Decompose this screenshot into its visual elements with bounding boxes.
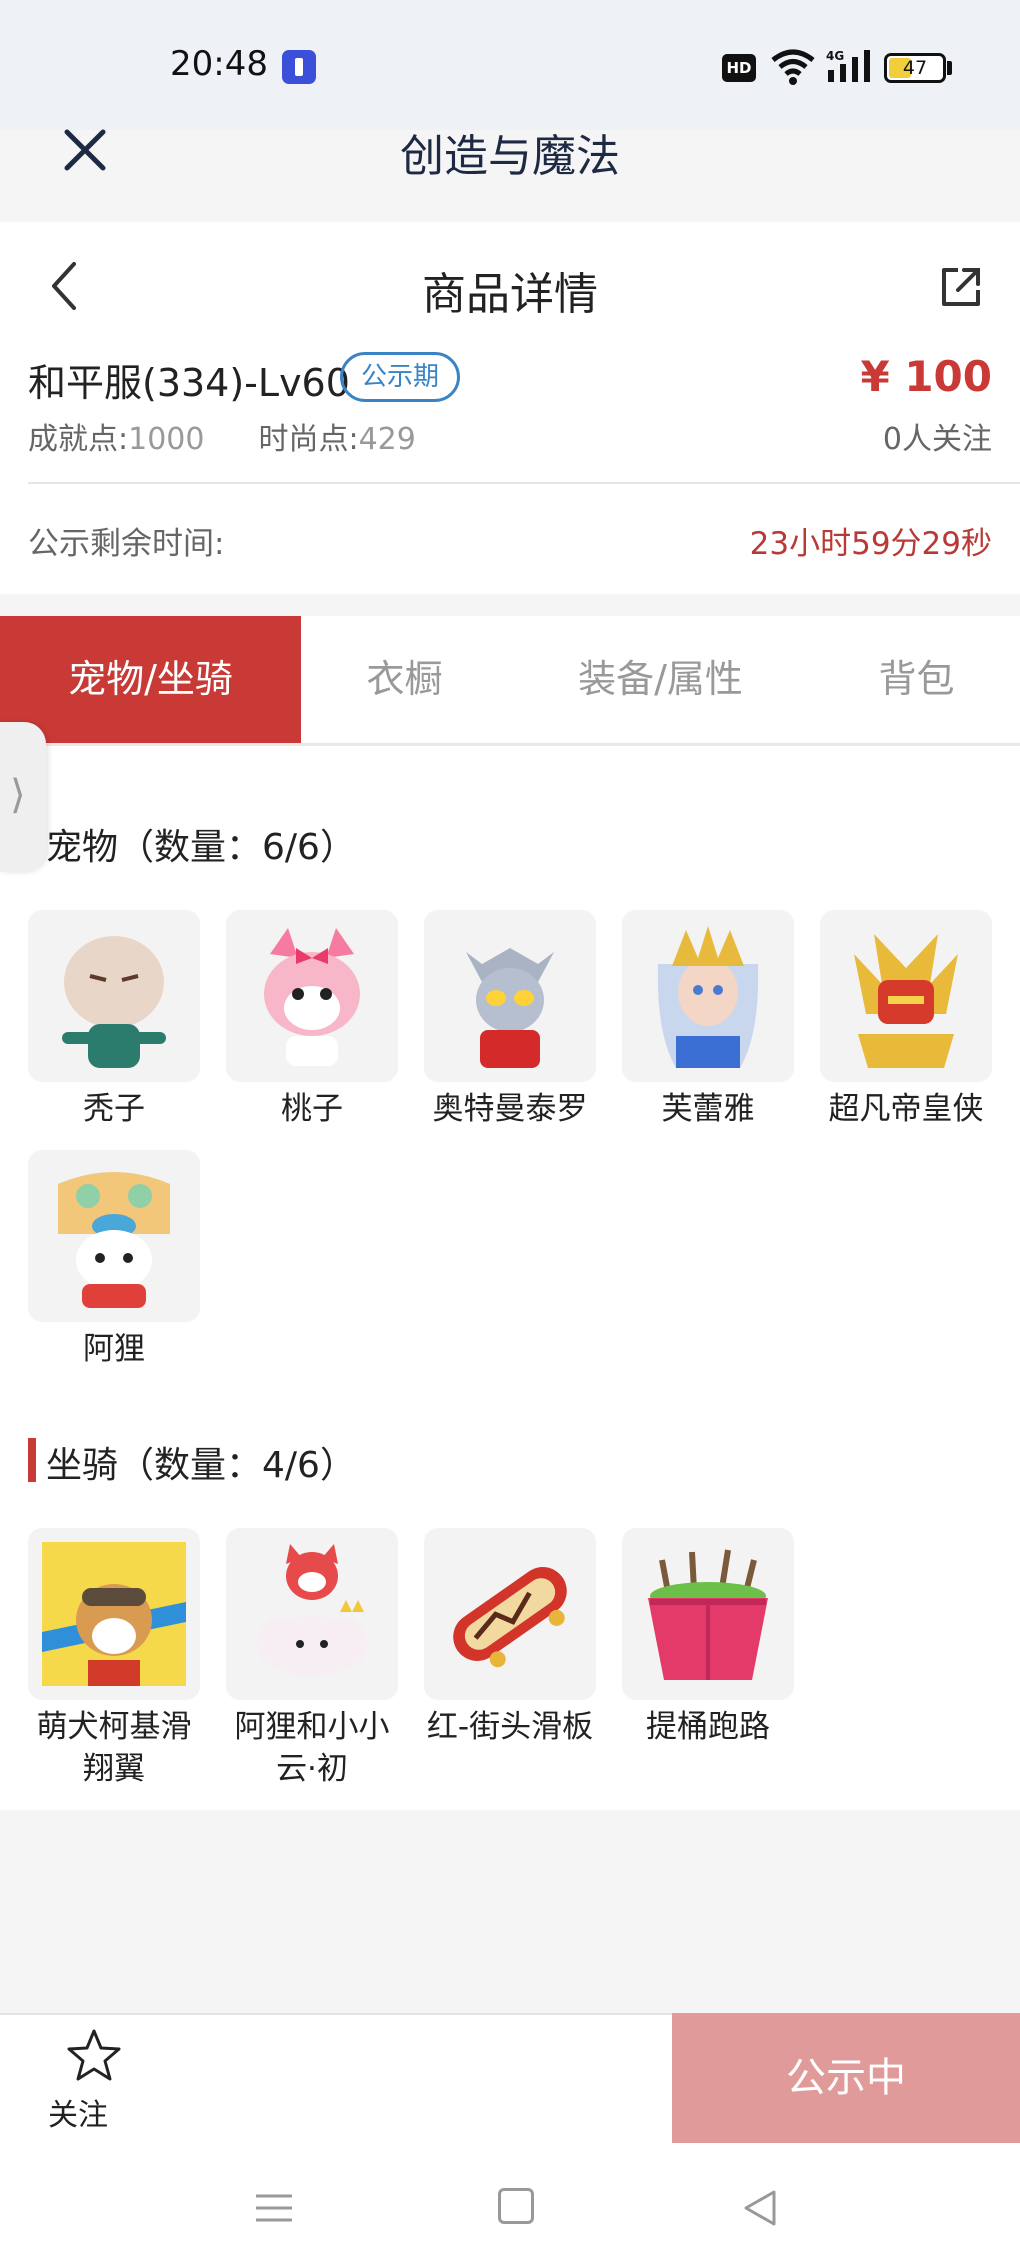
pets-section-title: 宠物（数量：6/6） <box>46 827 356 868</box>
mount-item[interactable]: 萌犬柯基滑翔翼 <box>28 1528 200 1790</box>
tab-equipment[interactable]: 装备/属性 <box>508 616 813 743</box>
follow-button[interactable]: 关注 <box>48 2090 108 2134</box>
side-drawer-handle[interactable]: ⟩ <box>0 722 46 872</box>
battery-icon: 47 <box>884 53 946 83</box>
product-name: 和平服(334)-Lv60 <box>28 361 350 405</box>
golden-armor-icon <box>854 934 958 1068</box>
countdown-label: 公示剩余时间: <box>28 526 225 562</box>
battery-cap <box>947 61 952 75</box>
skateboard-icon <box>453 1567 567 1668</box>
chevron-right-icon: ⟩ <box>10 772 26 818</box>
tab-backpack[interactable]: 背包 <box>813 616 1020 743</box>
mount-name: 提桶跑路 <box>646 1709 770 1745</box>
home-icon[interactable] <box>498 2188 534 2224</box>
tab-bar: 宠物/坐骑 衣橱 装备/属性 背包 <box>0 616 1020 746</box>
ultraman-icon <box>466 948 554 1068</box>
network-type: 4G <box>826 49 844 63</box>
achievement-label: 成就点: <box>28 422 129 457</box>
pet-name: 桃子 <box>281 1091 343 1127</box>
mount-item[interactable]: 红-街头滑板 <box>424 1528 596 1748</box>
section-accent-bar <box>28 1438 36 1482</box>
pink-cat-icon <box>264 928 360 1066</box>
nav-back-icon[interactable] <box>740 2188 780 2228</box>
fashion-label: 时尚点: <box>258 422 359 457</box>
battery-level: 47 <box>902 57 928 79</box>
signal-icon: 4G <box>826 49 870 82</box>
mount-name: 红-街头滑板 <box>426 1709 594 1745</box>
pet-item[interactable]: 秃子 <box>28 910 200 1130</box>
tab-pets-mounts[interactable]: 宠物/坐骑 <box>0 616 301 743</box>
bucket-icon <box>648 1549 768 1680</box>
mount-item[interactable]: 阿狸和小小云·初 <box>226 1528 398 1790</box>
price: ¥ 100 <box>860 352 992 401</box>
pet-name: 芙蕾雅 <box>661 1091 755 1127</box>
pet-name: 秃子 <box>83 1091 145 1127</box>
pet-item[interactable]: 桃子 <box>226 910 398 1130</box>
app-title: 创造与魔法 <box>400 131 620 182</box>
ali-fox-icon <box>58 1172 170 1308</box>
menu-icon[interactable] <box>254 2188 294 2228</box>
ali-cloud-icon <box>256 1544 368 1676</box>
product-stats: 成就点:1000 时尚点:429 <box>28 414 416 458</box>
publicity-status-button[interactable]: 公示中 <box>672 2013 1020 2143</box>
mounts-section-title: 坐骑（数量：4/6） <box>46 1445 356 1486</box>
pet-item[interactable]: 奥特曼泰罗 <box>424 910 596 1130</box>
share-icon[interactable] <box>936 262 986 312</box>
star-icon[interactable] <box>64 2026 124 2086</box>
achievement-value: 1000 <box>128 422 205 457</box>
mount-name: 萌犬柯基滑翔翼 <box>36 1709 192 1787</box>
flashlight-icon <box>282 50 316 84</box>
wifi-icon <box>771 49 815 85</box>
divider <box>28 482 1020 484</box>
pet-item[interactable]: 阿狸 <box>28 1150 200 1370</box>
mount-item[interactable]: 提桶跑路 <box>622 1528 794 1748</box>
hd-icon: HD <box>722 54 756 82</box>
countdown-value: 23小时59分29秒 <box>749 526 992 562</box>
status-badge: 公示期 <box>340 352 461 402</box>
fashion-value: 429 <box>358 422 416 457</box>
freya-icon <box>657 926 759 1068</box>
status-time: 20:48 <box>170 44 268 84</box>
follower-count: 0人关注 <box>882 422 992 457</box>
tab-wardrobe[interactable]: 衣橱 <box>301 616 508 743</box>
pet-name: 奥特曼泰罗 <box>432 1091 588 1127</box>
page-title: 商品详情 <box>422 269 598 320</box>
corgi-glider-icon <box>42 1542 186 1686</box>
pet-item[interactable]: 超凡帝皇侠 <box>820 910 992 1130</box>
pet-name: 阿狸 <box>83 1331 145 1367</box>
mount-name: 阿狸和小小云·初 <box>234 1709 390 1787</box>
pet-item[interactable]: 芙蕾雅 <box>622 910 794 1130</box>
pet-name: 超凡帝皇侠 <box>828 1091 984 1127</box>
bald-character-icon <box>62 936 166 1068</box>
